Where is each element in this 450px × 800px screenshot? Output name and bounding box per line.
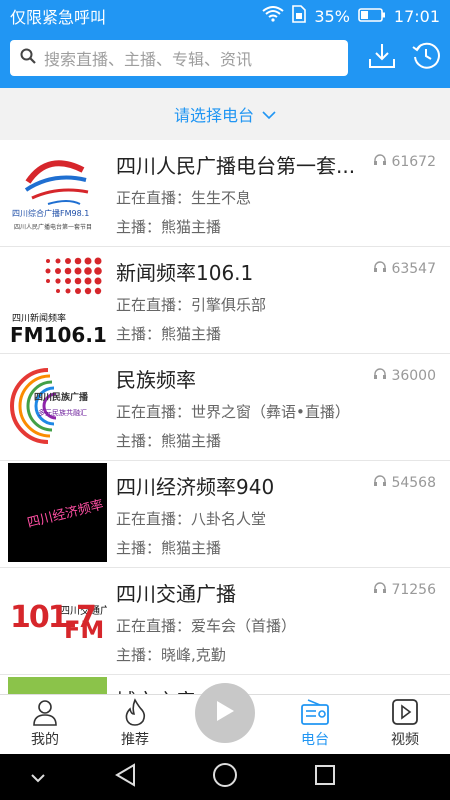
listener-count: 61672: [373, 154, 436, 170]
clock: 17:01: [393, 6, 440, 26]
battery-icon: [358, 7, 386, 26]
tab-radio[interactable]: 电台: [270, 695, 360, 755]
tab-label: 视频: [391, 732, 419, 748]
history-icon: [411, 41, 441, 75]
logo-subcaption: 多元民族共融汇: [38, 409, 87, 417]
station-live-show: 正在直播：生生不息: [116, 189, 252, 207]
station-logo-sichuan-general: 四川综合广播FM98.1 四川人民广播电台第一套节目: [8, 142, 107, 241]
tab-label: 电台: [301, 732, 329, 748]
station-host: 主播：熊猫主播: [116, 432, 222, 450]
station-item[interactable]: 四川经济频率 四川经济频率940 正在直播：八卦名人堂 主播：熊猫主播 5456…: [0, 461, 450, 568]
bottom-tab-bar: 我的 推荐 电台 视频: [0, 683, 450, 755]
station-item[interactable]: 四川新闻频率 FM106.1 新闻频率106.1 正在直播：引擎俱乐部 主播：熊…: [0, 247, 450, 354]
listener-count: 54568: [373, 475, 436, 491]
tab-recommend[interactable]: 推荐: [90, 695, 180, 755]
home-circle-icon: [212, 762, 238, 792]
logo-caption: 四川综合广播FM98.1: [12, 209, 90, 218]
headphones-icon: [373, 368, 387, 384]
listener-count: 71256: [373, 582, 436, 598]
listener-count-value: 54568: [391, 475, 436, 491]
station-logo-city: [8, 677, 107, 694]
tab-mine[interactable]: 我的: [0, 695, 90, 755]
station-logo-news: 四川新闻频率 FM106.1: [8, 249, 107, 348]
search-input[interactable]: 搜索直播、主播、专辑、资讯: [10, 40, 348, 76]
station-item[interactable]: 四川综合广播FM98.1 四川人民广播电台第一套节目 四川人民广播电台第一套..…: [0, 140, 450, 247]
nav-back-button[interactable]: [111, 763, 139, 791]
station-host: 主播：熊猫主播: [116, 218, 222, 236]
search-placeholder: 搜索直播、主播、专辑、资讯: [44, 50, 253, 69]
rainbow-logo-icon: [10, 368, 57, 444]
station-host: 主播：晓峰,克勤: [116, 646, 226, 664]
search-icon: [20, 48, 36, 68]
tab-label: 我的: [31, 732, 59, 748]
station-host: 主播：熊猫主播: [116, 325, 222, 343]
station-name: 四川交通广播: [116, 582, 236, 606]
video-icon: [390, 697, 420, 727]
logo-caption: 四川民族广播: [34, 393, 89, 403]
download-button[interactable]: [366, 42, 398, 74]
headphones-icon: [373, 475, 387, 491]
listener-count: 63547: [373, 261, 436, 277]
radio-icon: [300, 697, 330, 727]
chevron-down-icon: [30, 768, 46, 787]
tab-label: 推荐: [121, 732, 149, 748]
status-bar: 仅限紧急呼叫 35% 17:01: [0, 0, 450, 32]
headphones-icon: [373, 582, 387, 598]
station-name: 四川人民广播电台第一套...: [116, 154, 356, 178]
play-icon: [214, 699, 236, 727]
recents-square-icon: [314, 764, 336, 790]
logo-fm-text: FM: [64, 616, 105, 644]
listener-count: 36000: [373, 368, 436, 384]
logo-fm-text: FM106.1: [10, 323, 107, 347]
headphones-icon: [373, 154, 387, 170]
nav-home-button[interactable]: [211, 763, 239, 791]
station-item[interactable]: 四川交通广播 101.7 FM 四川交通广播 正在直播：爱车会（首播） 主播：晓…: [0, 568, 450, 675]
station-live-show: 正在直播：八卦名人堂: [116, 510, 267, 528]
listener-count-value: 36000: [391, 368, 436, 384]
logo-subcaption: 四川人民广播电台第一套节目: [14, 224, 93, 231]
logo-caption: 四川经济频率: [25, 497, 106, 532]
station-logo-ethnic: 四川民族广播 多元民族共融汇: [8, 356, 107, 455]
station-list[interactable]: 四川综合广播FM98.1 四川人民广播电台第一套节目 四川人民广播电台第一套..…: [0, 140, 450, 694]
battery-percent: 35%: [314, 6, 350, 26]
station-logo-traffic: 四川交通广播 101.7 FM: [8, 570, 107, 669]
station-logo-economy: 四川经济频率: [8, 463, 107, 562]
station-name: 新闻频率106.1: [116, 261, 254, 285]
station-item[interactable]: 四川民族广播 多元民族共融汇 民族频率 正在直播：世界之窗（彝语•直播） 主播：…: [0, 354, 450, 461]
listener-count-value: 63547: [391, 261, 436, 277]
back-triangle-icon: [114, 763, 136, 791]
nav-recents-button[interactable]: [311, 763, 339, 791]
station-name: 城市之音: [116, 685, 196, 694]
chevron-down-icon: [262, 105, 276, 124]
history-button[interactable]: [410, 42, 442, 74]
station-name: 民族频率: [116, 368, 196, 392]
flame-icon: [120, 697, 150, 727]
app-header: 搜索直播、主播、专辑、资讯: [0, 32, 450, 88]
station-live-show: 正在直播：世界之窗（彝语•直播）: [116, 403, 350, 421]
station-selector-label: 请选择电台: [173, 106, 254, 125]
station-selector[interactable]: 请选择电台: [0, 88, 450, 140]
station-live-show: 正在直播：爱车会（首播）: [116, 617, 297, 635]
sim-icon: [292, 5, 307, 27]
wifi-icon: [262, 6, 284, 26]
carrier-text: 仅限紧急呼叫: [10, 8, 107, 27]
station-name: 四川经济频率940: [116, 475, 275, 499]
system-nav-bar: [0, 754, 450, 800]
download-icon: [367, 41, 397, 75]
station-live-show: 正在直播：引擎俱乐部: [116, 296, 267, 314]
station-host: 主播：熊猫主播: [116, 539, 222, 557]
play-button[interactable]: [195, 683, 255, 743]
tab-video[interactable]: 视频: [360, 695, 450, 755]
listener-count-value: 61672: [391, 154, 436, 170]
headphones-icon: [373, 261, 387, 277]
user-icon: [30, 697, 60, 727]
listener-count-value: 71256: [391, 582, 436, 598]
nav-hide-button[interactable]: [24, 763, 52, 791]
